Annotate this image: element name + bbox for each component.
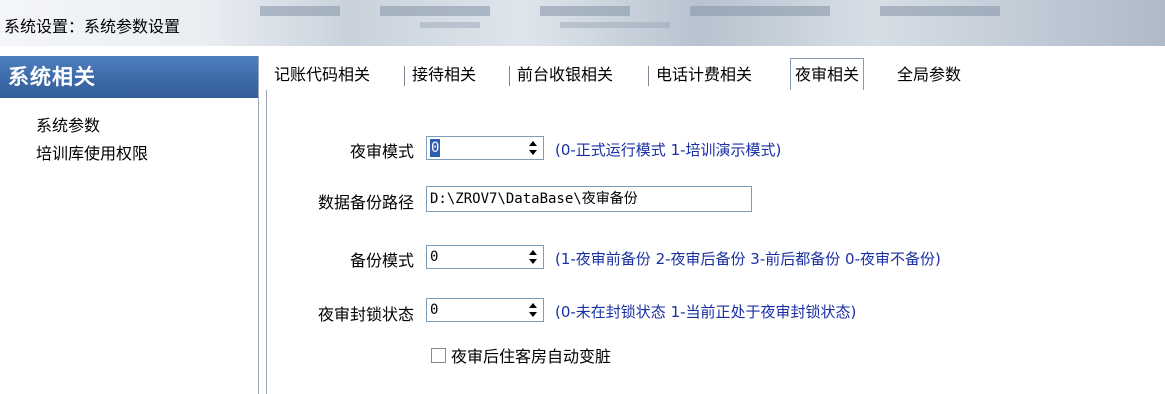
auto-dirty-checkbox[interactable] (431, 348, 446, 363)
sidebar-item-training-permissions[interactable]: 培训库使用权限 (0, 140, 258, 168)
lock-state-hint: (0-未在封锁状态 1-当前正处于夜审封锁状态) (555, 303, 857, 321)
spin-up-icon[interactable] (529, 303, 537, 308)
sidebar-divider (258, 56, 259, 394)
auto-dirty-label[interactable]: 夜审后住客房自动变脏 (451, 343, 611, 367)
tab-night-audit[interactable]: 夜审相关 (790, 58, 865, 91)
tab-front-desk-cashier[interactable]: 前台收银相关 (513, 62, 617, 88)
tab-separator (648, 66, 649, 86)
title-bar-decoration (420, 22, 480, 28)
audit-mode-spinner[interactable]: 0 (426, 136, 544, 160)
title-bar-decoration (380, 6, 490, 16)
backup-mode-hint: (1-夜审前备份 2-夜审后备份 3-前后都备份 0-夜审不备份) (555, 250, 941, 268)
backup-mode-spinner[interactable]: 0 (426, 245, 544, 269)
lock-state-spinner[interactable]: 0 (426, 298, 544, 322)
backup-path-value[interactable]: D:\ZROV7\DataBase\夜审备份 (430, 190, 638, 208)
sidebar: 系统相关 系统参数 培训库使用权限 (0, 56, 258, 394)
spinner-arrows-icon[interactable] (529, 248, 539, 266)
title-bar-decoration (560, 22, 670, 28)
night-audit-panel: 夜审模式 0 (0-正式运行模式 1-培训演示模式) 数据备份路径 D:\ZRO… (266, 90, 1165, 394)
title-bar-decoration (260, 6, 340, 16)
tab-reception[interactable]: 接待相关 (408, 62, 480, 88)
audit-mode-hint: (0-正式运行模式 1-培训演示模式) (555, 141, 782, 159)
spinner-arrows-icon[interactable] (529, 301, 539, 319)
sidebar-list: 系统参数 培训库使用权限 (0, 98, 258, 168)
lock-state-value[interactable]: 0 (430, 301, 438, 319)
spin-up-icon[interactable] (529, 250, 537, 255)
backup-path-input[interactable]: D:\ZROV7\DataBase\夜审备份 (426, 186, 752, 212)
title-bar-decoration (880, 6, 1000, 16)
title-bar-decoration (540, 6, 630, 16)
spin-down-icon[interactable] (529, 259, 537, 264)
window-title: 系统设置：系统参数设置 (4, 17, 181, 36)
spin-down-icon[interactable] (529, 312, 537, 317)
sidebar-item-system-params[interactable]: 系统参数 (0, 112, 258, 140)
spin-up-icon[interactable] (529, 141, 537, 146)
tab-separator (509, 66, 510, 86)
spinner-arrows-icon[interactable] (529, 139, 539, 157)
backup-path-label: 数据备份路径 (317, 193, 414, 212)
backup-mode-label: 备份模式 (349, 251, 414, 270)
sidebar-header[interactable]: 系统相关 (0, 56, 258, 98)
spin-down-icon[interactable] (529, 150, 537, 155)
title-bar: 系统设置：系统参数设置 (0, 0, 1165, 46)
tab-global-params[interactable]: 全局参数 (893, 62, 965, 88)
lock-state-label: 夜审封锁状态 (317, 305, 414, 324)
tab-strip: 记账代码相关 接待相关 前台收银相关 电话计费相关 夜审相关 全局参数 (266, 58, 1165, 91)
audit-mode-value[interactable]: 0 (430, 139, 441, 157)
tab-phone-billing[interactable]: 电话计费相关 (652, 62, 756, 88)
audit-mode-label: 夜审模式 (349, 142, 414, 161)
title-bar-decoration (690, 6, 830, 16)
tab-separator (404, 66, 405, 86)
tab-billing-codes[interactable]: 记账代码相关 (270, 62, 374, 88)
backup-mode-value[interactable]: 0 (430, 248, 438, 266)
